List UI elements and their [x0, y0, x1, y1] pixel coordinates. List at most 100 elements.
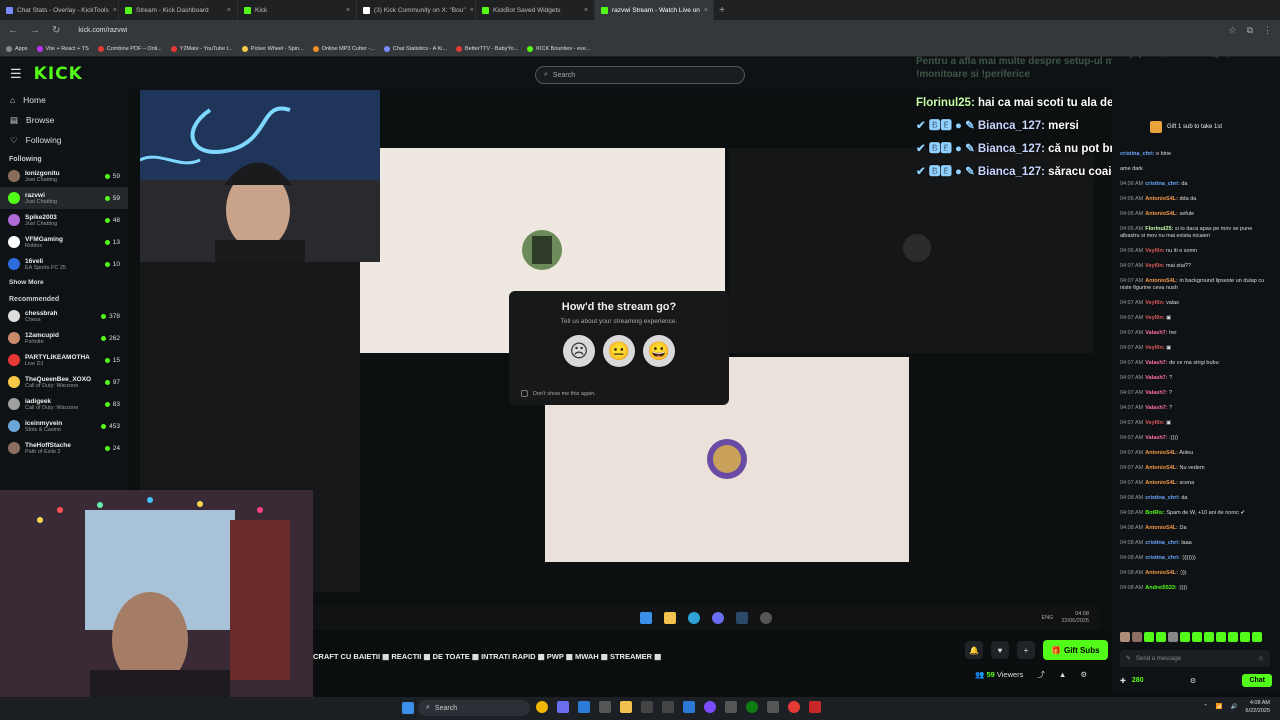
chat-username[interactable]: cristina_chri:	[1145, 540, 1180, 546]
chat-username[interactable]: Valash7:	[1145, 405, 1167, 411]
extensions-icon[interactable]: ⧉	[1247, 25, 1253, 36]
chat-username[interactable]: cristina_chri:	[1145, 181, 1180, 187]
chrome-icon[interactable]	[536, 701, 548, 713]
capcut-icon[interactable]	[641, 701, 653, 713]
dont-show-checkbox[interactable]	[521, 390, 528, 397]
back-icon[interactable]: ←	[8, 25, 18, 36]
channel-item[interactable]: iceinmyvein Slots & Casino 453	[0, 415, 128, 437]
channel-item[interactable]: TheHoffStache Path of Exile 2 24	[0, 437, 128, 459]
taskbar-clock[interactable]: 4:08 AM 6/22/2025	[1246, 699, 1270, 715]
star-icon[interactable]: ☆	[1228, 25, 1236, 36]
chat-username[interactable]: Valash7:	[1145, 330, 1167, 336]
chat-message-input[interactable]: ✎ Send a message ☺	[1120, 650, 1270, 667]
chat-username[interactable]: AntonioS4L:	[1145, 465, 1178, 471]
chat-username[interactable]: Valash7:	[1145, 360, 1167, 366]
show-more-link[interactable]: Show More	[0, 275, 128, 290]
emote-icon[interactable]	[1180, 632, 1190, 642]
tab-close-icon[interactable]: ×	[346, 7, 350, 14]
x-app-icon[interactable]	[662, 701, 674, 713]
tab-close-icon[interactable]: ×	[470, 7, 474, 14]
channel-item[interactable]: chessbrah Chess 378	[0, 305, 128, 327]
channel-points[interactable]: 280	[1132, 677, 1144, 684]
chat-username[interactable]: AntonioS4L:	[1145, 211, 1178, 217]
bookmark-item[interactable]: Y2Mate - YouTube t...	[170, 45, 233, 52]
wifi-icon[interactable]: 📶	[1216, 704, 1223, 710]
channel-item[interactable]: PARTYLIKEAMOTHA Live DJ 15	[0, 349, 128, 371]
app-icon-9[interactable]	[704, 701, 716, 713]
chat-username[interactable]: Veyl0n:	[1145, 315, 1164, 321]
search-input[interactable]: ⌕ Search	[535, 66, 745, 84]
chat-username[interactable]: Valash7:	[1145, 435, 1167, 441]
browser-tab[interactable]: Chat Stats - Overlay - KickTools ×	[0, 0, 119, 20]
browser-tab[interactable]: Kick ×	[238, 0, 357, 20]
channel-item[interactable]: iadigeek Call of Duty: Warzone 83	[0, 393, 128, 415]
app-icon-8[interactable]	[683, 701, 695, 713]
forward-icon[interactable]: →	[30, 25, 40, 36]
emote-icon[interactable]	[1156, 632, 1166, 642]
tab-close-icon[interactable]: ×	[584, 7, 588, 14]
channel-item[interactable]: 12amcupid Fortnite 262	[0, 327, 128, 349]
app-icon-12[interactable]	[767, 701, 779, 713]
bookmark-item[interactable]: Vite + React + TS	[36, 45, 89, 52]
app-icon-13[interactable]	[788, 701, 800, 713]
taskbar-search[interactable]: ⌕ Search	[418, 700, 530, 716]
browser-tab[interactable]: KickBot Saved Widgets ×	[476, 0, 595, 20]
channel-item[interactable]: Ionizgonitu Just Chatting 59	[0, 165, 128, 187]
emote-icon[interactable]	[1168, 632, 1178, 642]
chat-username[interactable]: Veyl0n:	[1145, 248, 1164, 254]
emote-icon[interactable]	[1120, 632, 1130, 642]
menu-dots-icon[interactable]: ⋮	[1263, 25, 1272, 36]
chat-username[interactable]: Veyl0n:	[1145, 420, 1164, 426]
channel-item[interactable]: Spike2003 Just Chatting 48	[0, 209, 128, 231]
xbox-icon[interactable]	[746, 701, 758, 713]
bookmark-item[interactable]: BetterTTV - BabyYo...	[455, 45, 518, 52]
emote-icon[interactable]	[1240, 632, 1250, 642]
browser-tab[interactable]: (3) Kick Community on X: "Bou" ×	[357, 0, 476, 20]
add-icon[interactable]: +	[1017, 641, 1035, 659]
chat-username[interactable]: cristina_chri:	[1120, 151, 1155, 157]
emote-icon[interactable]	[1132, 632, 1142, 642]
chat-username[interactable]: AntonioS4L:	[1145, 570, 1178, 576]
chat-username[interactable]: Florinul25:	[1145, 226, 1173, 232]
new-tab-button[interactable]: +	[714, 5, 730, 16]
chat-username[interactable]: Valash7:	[1145, 375, 1167, 381]
hamburger-menu-icon[interactable]: ☰	[10, 66, 22, 82]
chat-username[interactable]: AntonioS4L:	[1145, 196, 1178, 202]
chat-username[interactable]: BotRix:	[1145, 510, 1165, 516]
emote-icon[interactable]	[1204, 632, 1214, 642]
tab-close-icon[interactable]: ×	[113, 7, 117, 14]
sad-face-icon[interactable]: ☹	[563, 335, 595, 367]
channel-item[interactable]: TheQueenBee_XOXO Call of Duty: Warzone 97	[0, 371, 128, 393]
emote-icon[interactable]	[1144, 632, 1154, 642]
app-icon-14[interactable]	[809, 701, 821, 713]
sidebar-item-following[interactable]: ♡ Following	[0, 130, 128, 150]
channel-item[interactable]: 16veli EA Sports FC 25 10	[0, 253, 128, 275]
chat-username[interactable]: Veyl0n:	[1145, 263, 1164, 269]
bookmark-item[interactable]: Combine PDF – Onli...	[97, 45, 162, 52]
url-field[interactable]: kick.com/razvwi	[78, 27, 127, 34]
sidebar-item-home[interactable]: ⌂ Home	[0, 90, 128, 110]
emote-picker-icon[interactable]: ☺	[1258, 656, 1264, 662]
bookmark-item[interactable]: Apps	[6, 45, 28, 52]
notification-bell-icon[interactable]: 🔔	[965, 641, 983, 659]
chat-username[interactable]: cristina_chri:	[1145, 495, 1180, 501]
volume-icon[interactable]: 🔊	[1231, 704, 1238, 710]
explorer-icon[interactable]	[620, 701, 632, 713]
chat-username[interactable]: Veyl0n:	[1145, 345, 1164, 351]
bookmark-item[interactable]: Online MP3 Cutter -...	[312, 45, 375, 52]
channel-item[interactable]: VFMGaming Roblox 13	[0, 231, 128, 253]
chat-username[interactable]: AntonioS4L:	[1145, 525, 1178, 531]
dont-show-again[interactable]: Don't show me this again.	[521, 390, 596, 397]
obs-icon[interactable]	[599, 701, 611, 713]
share-icon[interactable]: ⤴	[1037, 669, 1045, 680]
reload-icon[interactable]: ↻	[52, 25, 60, 36]
chat-send-button[interactable]: Chat	[1242, 674, 1272, 687]
chat-username[interactable]: AntonioS4L:	[1145, 278, 1178, 284]
tab-close-icon[interactable]: ×	[704, 7, 708, 14]
chat-username[interactable]: cristina_chri:	[1145, 555, 1180, 561]
bookmark-item[interactable]: Chat Statistics - A Ki...	[383, 45, 447, 52]
app-icon-10[interactable]	[725, 701, 737, 713]
emote-icon[interactable]	[1216, 632, 1226, 642]
tray-chevron-icon[interactable]: ⌃	[1203, 704, 1208, 710]
chat-settings-icon[interactable]: ⚙	[1190, 677, 1196, 685]
